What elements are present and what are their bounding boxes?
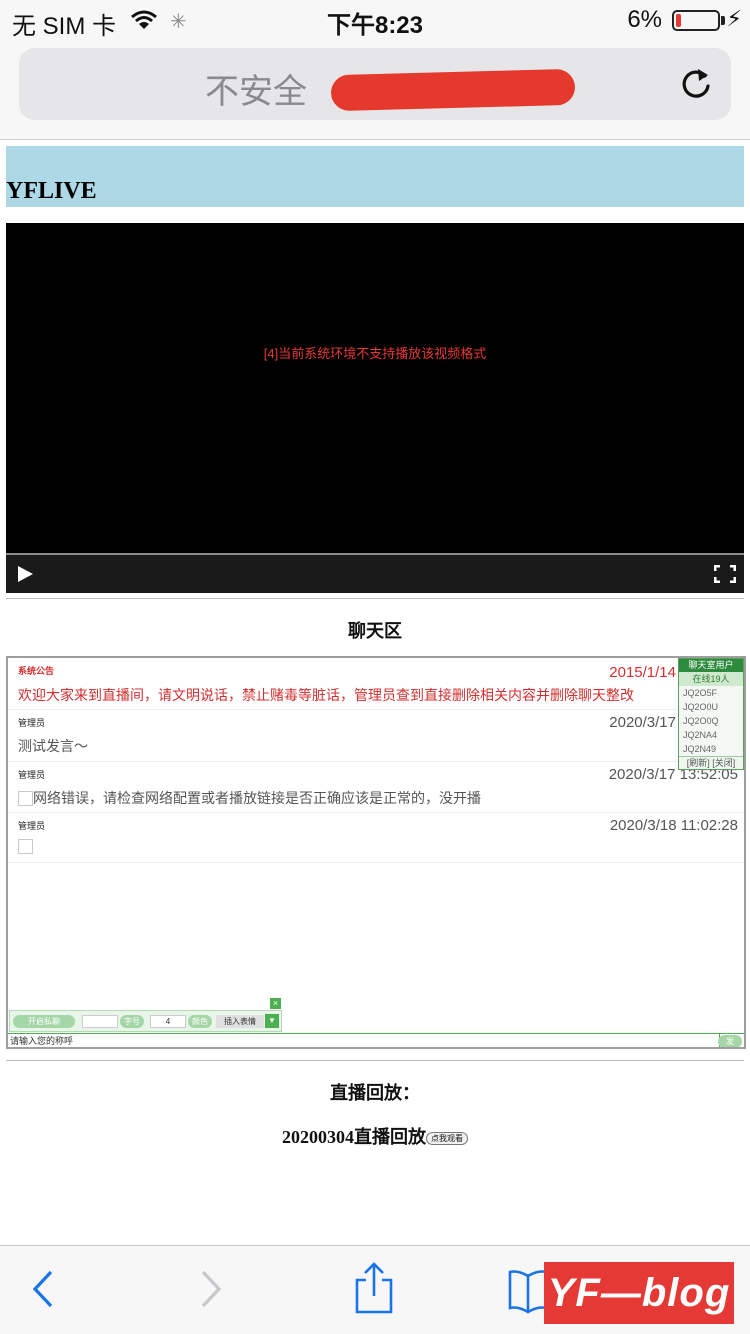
back-icon[interactable] <box>30 1266 56 1317</box>
site-header: YFLIVE <box>6 146 744 207</box>
message-date: 2020/3/17 <box>609 714 676 731</box>
insert-emoji-button[interactable]: 插入表情 <box>216 1015 264 1028</box>
message-sender: 系统公告 <box>18 666 55 676</box>
share-icon[interactable] <box>352 1262 396 1319</box>
close-toolbar-button[interactable]: × <box>270 998 281 1009</box>
watch-replay-button[interactable]: 点我观看 <box>426 1132 468 1146</box>
chat-section-title: 聊天区 <box>348 621 402 641</box>
reload-icon[interactable] <box>679 66 713 107</box>
user-list-item[interactable]: JQ2NA4 <box>679 728 743 742</box>
forward-icon[interactable] <box>198 1266 224 1317</box>
battery-tip <box>721 16 725 25</box>
divider <box>6 1060 744 1061</box>
charging-icon: ⚡ <box>726 6 742 31</box>
send-button[interactable]: 发 <box>718 1035 742 1047</box>
chat-user-panel: 聊天室用户 在线19人 JQ2O5F JQ2O0U JQ2O0Q JQ2NA4 … <box>678 658 744 770</box>
player-controls <box>6 555 744 593</box>
color-button[interactable]: 颜色 <box>188 1015 212 1028</box>
message-text: 测试发言～ <box>18 738 88 754</box>
site-title: YFLIVE <box>6 178 97 204</box>
user-panel-refresh-close[interactable]: [刷新] [关闭] <box>679 756 743 769</box>
watermark-logo: YF—blog <box>544 1262 734 1324</box>
chat-box: 系统公告 2015/1/14 欢迎大家来到直播间，请文明说话，禁止赌毒等脏话，管… <box>6 656 746 1049</box>
target-input[interactable] <box>82 1015 118 1028</box>
message-sender: 管理员 <box>18 821 46 831</box>
bookmarks-icon[interactable] <box>508 1268 548 1319</box>
online-count: 在线19人 <box>679 672 743 686</box>
replay-item: 20200304直播回放 点我观看 <box>0 1123 750 1149</box>
user-list-item[interactable]: JQ2N49 <box>679 742 743 756</box>
redacted-url <box>330 68 576 112</box>
user-list-item[interactable]: JQ2O0Q <box>679 714 743 728</box>
replay-label: 20200304直播回放 <box>282 1127 426 1147</box>
fullscreen-icon[interactable] <box>713 564 737 588</box>
nickname-row: 请输入您的称呼 发 <box>8 1033 744 1047</box>
message-image-placeholder <box>18 791 33 806</box>
battery-percent: 6% <box>627 6 662 33</box>
replay-section-title: 直播回放： <box>330 1083 420 1103</box>
browser-address-area: 不安全 <box>0 40 750 140</box>
chat-toolbar: × 开启私聊 字号 4 颜色 插入表情 ▼ <box>9 998 282 1032</box>
font-size-button[interactable]: 字号 <box>120 1015 144 1028</box>
address-bar[interactable]: 不安全 <box>19 48 731 120</box>
message-image-placeholder <box>18 839 33 854</box>
user-list-item[interactable]: JQ2O0U <box>679 700 743 714</box>
chat-message: 系统公告 2015/1/14 欢迎大家来到直播间，请文明说话，禁止赌毒等脏话，管… <box>8 658 744 710</box>
not-secure-label: 不安全 <box>205 73 307 111</box>
private-chat-button[interactable]: 开启私聊 <box>13 1015 75 1028</box>
user-list-item[interactable]: JQ2O5F <box>679 686 743 700</box>
message-date: 2020/3/18 11:02:28 <box>609 817 738 834</box>
user-panel-header: 聊天室用户 <box>679 659 743 672</box>
message-sender: 管理员 <box>18 718 46 728</box>
message-text: 网络错误，请检查网络配置或者播放链接是否正确应该是正常的，没开播 <box>33 790 481 806</box>
status-bar: 无 SIM 卡 ✳ 下午8:23 6% ⚡ <box>0 0 750 40</box>
chat-message: 管理员 2020/3/17 7 测试发言～ <box>8 710 744 762</box>
chevron-down-icon[interactable]: ▼ <box>265 1014 279 1028</box>
message-sender: 管理员 <box>18 770 46 780</box>
font-size-input[interactable]: 4 <box>150 1015 186 1028</box>
chat-message: 管理员 2020/3/17 13:52:05 网络错误，请检查网络配置或者播放链… <box>8 762 744 813</box>
nickname-input[interactable]: 请输入您的称呼 <box>8 1034 720 1047</box>
chat-message: 管理员 2020/3/18 11:02:28 <box>8 813 744 863</box>
battery-icon <box>672 10 720 31</box>
player-error-message: [4]当前系统环境不支持播放该视频格式 <box>263 346 487 361</box>
message-date: 2015/1/14 <box>609 664 676 681</box>
divider <box>6 598 744 599</box>
message-text-row: 网络错误，请检查网络配置或者播放链接是否正确应该是正常的，没开播 <box>18 788 481 808</box>
video-player[interactable]: [4]当前系统环境不支持播放该视频格式 <box>6 223 744 593</box>
message-text: 欢迎大家来到直播间，请文明说话，禁止赌毒等脏话，管理员查到直接删除相关内容并删除… <box>18 687 634 703</box>
play-icon[interactable] <box>16 565 34 588</box>
